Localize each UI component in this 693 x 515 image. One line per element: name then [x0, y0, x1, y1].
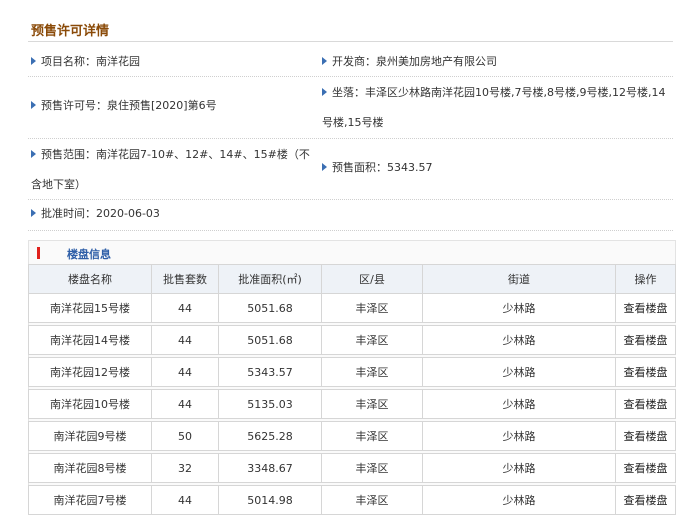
cell-building-name: 南洋花园10号楼	[28, 389, 152, 419]
action-cell: 查看楼盘	[615, 485, 676, 515]
cell-building-name: 南洋花园7号楼	[28, 485, 152, 515]
developer-field: 开发商：泉州美加房地产有限公司	[322, 48, 497, 76]
view-building-link[interactable]: 查看楼盘	[624, 462, 668, 475]
location-text: 坐落：丰泽区少林路南洋花园10号楼,7号楼,8号楼,9号楼,12号楼,14号楼,…	[322, 86, 666, 129]
cell-district: 丰泽区	[321, 421, 423, 451]
permit-no-field: 预售许可号：泉住预售[2020]第6号	[31, 92, 217, 120]
building-table: 楼盘名称 批售套数 批准面积(㎡) 区/县 街道 操作 南洋花园15号楼 44 50…	[28, 264, 676, 515]
bullet-triangle-icon	[322, 163, 327, 171]
cell-area: 5051.68	[218, 293, 322, 323]
cell-district: 丰泽区	[321, 389, 423, 419]
page-title: 预售许可详情	[31, 24, 110, 39]
project-name-field: 项目名称：南洋花园	[31, 48, 140, 76]
section-title: 楼盘信息	[67, 248, 111, 261]
action-cell: 查看楼盘	[615, 357, 676, 387]
developer-text: 开发商：泉州美加房地产有限公司	[332, 55, 497, 68]
cell-area: 5135.03	[218, 389, 322, 419]
cell-street: 少林路	[422, 325, 616, 355]
view-building-link[interactable]: 查看楼盘	[624, 494, 668, 507]
action-cell: 查看楼盘	[615, 453, 676, 483]
table-row: 南洋花园7号楼 44 5014.98 丰泽区 少林路 查看楼盘	[28, 485, 676, 515]
location-field: 坐落：丰泽区少林路南洋花园10号楼,7号楼,8号楼,9号楼,12号楼,14号楼,…	[322, 78, 672, 138]
cell-street: 少林路	[422, 357, 616, 387]
action-cell: 查看楼盘	[615, 389, 676, 419]
cell-area: 5343.57	[218, 357, 322, 387]
permit-no-text: 预售许可号：泉住预售[2020]第6号	[41, 99, 217, 112]
bullet-triangle-icon	[31, 150, 36, 158]
cell-street: 少林路	[422, 389, 616, 419]
cell-units: 44	[151, 293, 219, 323]
action-cell: 查看楼盘	[615, 325, 676, 355]
table-row: 南洋花园9号楼 50 5625.28 丰泽区 少林路 查看楼盘	[28, 421, 676, 451]
approval-time-field: 批准时间：2020-06-03	[31, 200, 160, 228]
cell-street: 少林路	[422, 485, 616, 515]
table-row: 南洋花园15号楼 44 5051.68 丰泽区 少林路 查看楼盘	[28, 293, 676, 323]
table-row: 南洋花园14号楼 44 5051.68 丰泽区 少林路 查看楼盘	[28, 325, 676, 355]
title-divider	[28, 41, 673, 42]
view-building-link[interactable]: 查看楼盘	[624, 366, 668, 379]
cell-units: 32	[151, 453, 219, 483]
cell-street: 少林路	[422, 453, 616, 483]
cell-district: 丰泽区	[321, 453, 423, 483]
scope-text: 预售范围：南洋花园7-10#、12#、14#、15#楼（不含地下室）	[31, 148, 310, 191]
cell-units: 44	[151, 389, 219, 419]
scope-field: 预售范围：南洋花园7-10#、12#、14#、15#楼（不含地下室）	[31, 140, 313, 200]
cell-building-name: 南洋花园8号楼	[28, 453, 152, 483]
view-building-link[interactable]: 查看楼盘	[624, 302, 668, 315]
row-divider	[28, 76, 673, 77]
approval-time-text: 批准时间：2020-06-03	[41, 207, 160, 220]
cell-building-name: 南洋花园15号楼	[28, 293, 152, 323]
column-header-units: 批售套数	[151, 264, 219, 294]
action-cell: 查看楼盘	[615, 421, 676, 451]
cell-units: 44	[151, 357, 219, 387]
bullet-triangle-icon	[31, 57, 36, 65]
row-divider	[28, 138, 673, 139]
cell-area: 5014.98	[218, 485, 322, 515]
bullet-triangle-icon	[31, 101, 36, 109]
cell-district: 丰泽区	[321, 485, 423, 515]
cell-area: 5625.28	[218, 421, 322, 451]
bullet-triangle-icon	[322, 57, 327, 65]
cell-street: 少林路	[422, 293, 616, 323]
cell-building-name: 南洋花园9号楼	[28, 421, 152, 451]
view-building-link[interactable]: 查看楼盘	[624, 430, 668, 443]
table-row: 南洋花园10号楼 44 5135.03 丰泽区 少林路 查看楼盘	[28, 389, 676, 419]
table-row: 南洋花园12号楼 44 5343.57 丰泽区 少林路 查看楼盘	[28, 357, 676, 387]
cell-building-name: 南洋花园12号楼	[28, 357, 152, 387]
table-header-row: 楼盘名称 批售套数 批准面积(㎡) 区/县 街道 操作	[28, 264, 676, 294]
cell-units: 44	[151, 485, 219, 515]
bullet-triangle-icon	[31, 209, 36, 217]
cell-building-name: 南洋花园14号楼	[28, 325, 152, 355]
section-header: 楼盘信息	[29, 241, 675, 265]
view-building-link[interactable]: 查看楼盘	[624, 334, 668, 347]
table-body: 南洋花园15号楼 44 5051.68 丰泽区 少林路 查看楼盘 南洋花园14号楼 44 505…	[28, 293, 676, 515]
column-header-name: 楼盘名称	[28, 264, 152, 294]
section-marker-icon	[37, 247, 40, 259]
cell-units: 44	[151, 325, 219, 355]
cell-units: 50	[151, 421, 219, 451]
cell-area: 3348.67	[218, 453, 322, 483]
cell-street: 少林路	[422, 421, 616, 451]
area-field: 预售面积：5343.57	[322, 154, 433, 182]
cell-district: 丰泽区	[321, 293, 423, 323]
cell-area: 5051.68	[218, 325, 322, 355]
row-divider	[28, 230, 673, 231]
bullet-triangle-icon	[322, 88, 327, 96]
cell-district: 丰泽区	[321, 357, 423, 387]
area-text: 预售面积：5343.57	[332, 161, 433, 174]
action-cell: 查看楼盘	[615, 293, 676, 323]
column-header-street: 街道	[422, 264, 616, 294]
table-row: 南洋花园8号楼 32 3348.67 丰泽区 少林路 查看楼盘	[28, 453, 676, 483]
column-header-district: 区/县	[321, 264, 423, 294]
column-header-area: 批准面积(㎡)	[218, 264, 322, 294]
view-building-link[interactable]: 查看楼盘	[624, 398, 668, 411]
cell-district: 丰泽区	[321, 325, 423, 355]
column-header-action: 操作	[615, 264, 676, 294]
project-name-text: 项目名称：南洋花园	[41, 55, 140, 68]
